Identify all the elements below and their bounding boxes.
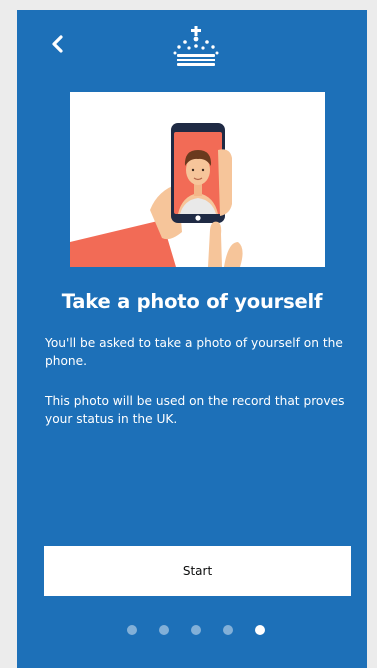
instruction-paragraph-2: This photo will be used on the record th…	[45, 394, 345, 426]
crown-crest-icon	[169, 24, 223, 68]
hero-illustration	[70, 92, 325, 267]
back-button[interactable]	[44, 29, 72, 59]
page-dot-3[interactable]	[191, 625, 201, 635]
page-title: Take a photo of yourself	[61, 290, 323, 313]
pagination-dots	[127, 625, 267, 637]
right-hand	[218, 149, 232, 216]
instruction-paragraph-1: You'll be asked to take a photo of yours…	[45, 336, 343, 368]
page-dot-5-current[interactable]	[255, 625, 265, 635]
start-button[interactable]: Start	[44, 546, 351, 596]
page-dot-2[interactable]	[159, 625, 169, 635]
page-dot-4[interactable]	[223, 625, 233, 635]
app-screen: Take a photo of yourself You'll be asked…	[17, 10, 367, 668]
chevron-left-icon	[52, 35, 63, 53]
pointing-hand	[208, 221, 222, 267]
phone-home-button	[195, 215, 201, 221]
page-dot-1[interactable]	[127, 625, 137, 635]
